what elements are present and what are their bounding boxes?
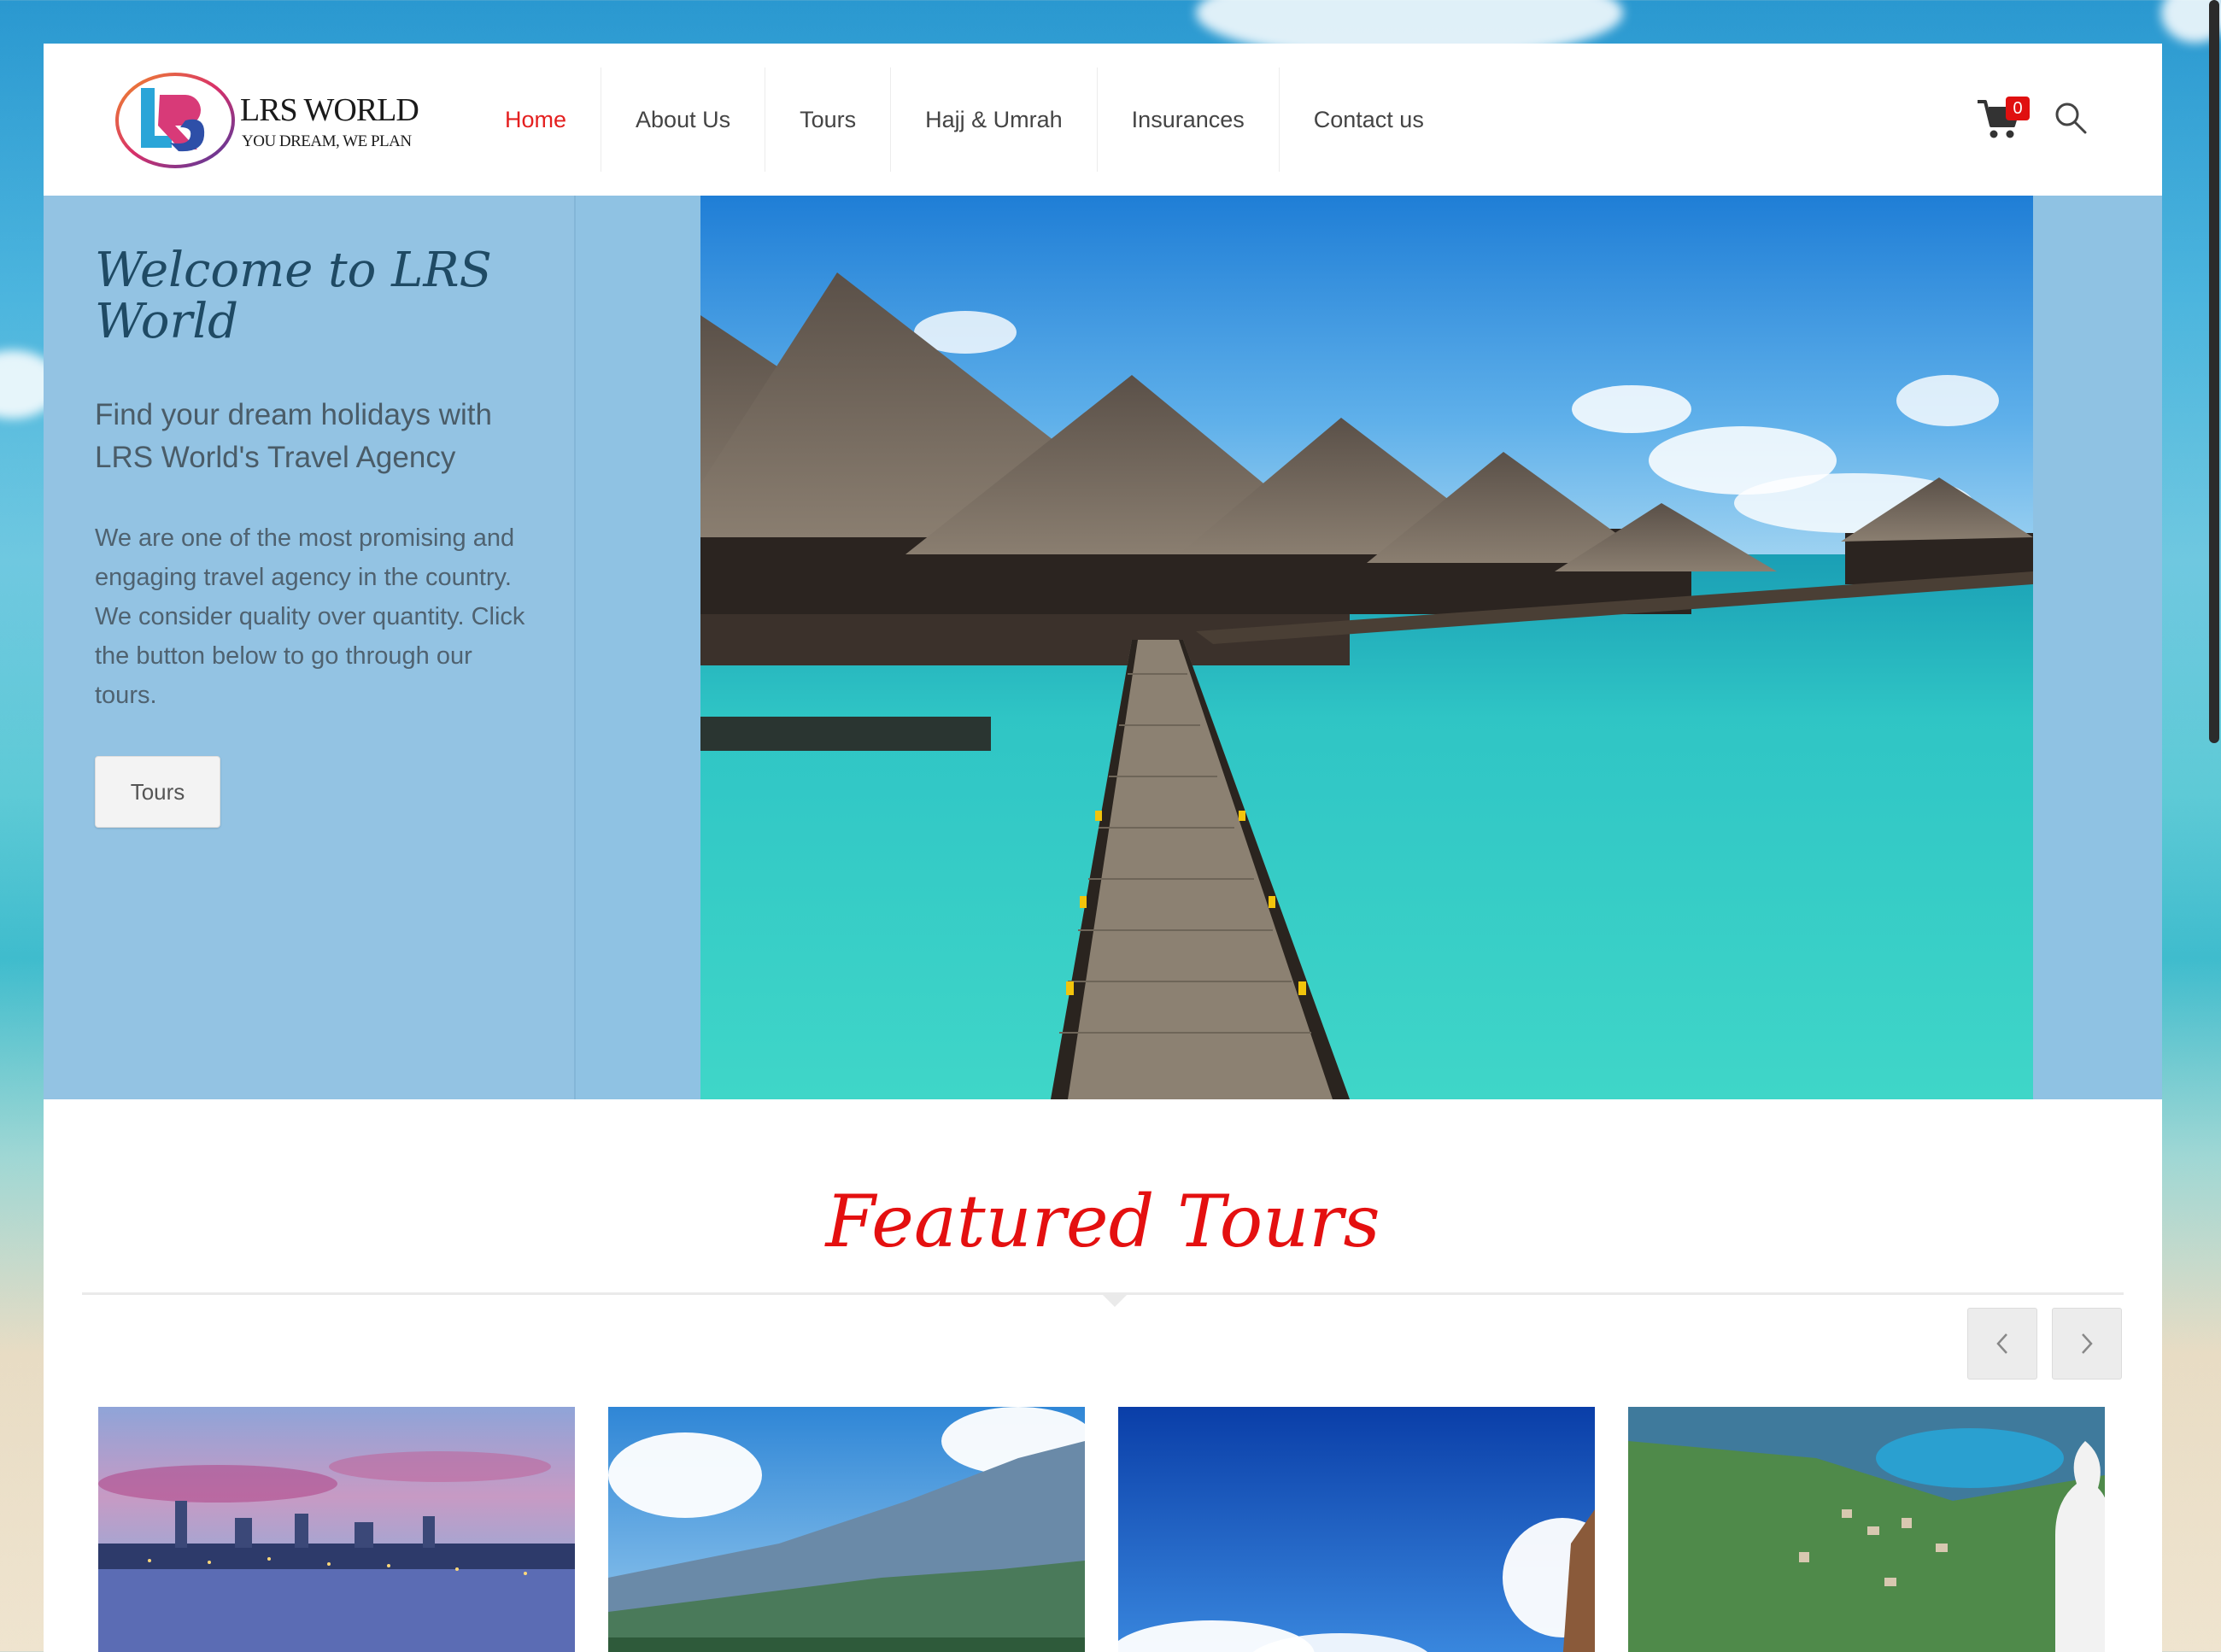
carousel-prev-button[interactable]: [1967, 1308, 2037, 1380]
site-header: LRS WORLD YOU DREAM, WE PLAN Home About …: [44, 44, 2162, 196]
main-navigation: Home About Us Tours Hajj & Umrah Insuran…: [471, 67, 1458, 172]
page-container: LRS WORLD YOU DREAM, WE PLAN Home About …: [44, 44, 2162, 1652]
magnifier-icon[interactable]: [2053, 100, 2089, 136]
logo-title: LRS WORLD: [240, 92, 419, 128]
hero-subtitle: Find your dream holidays with LRS World'…: [95, 398, 492, 474]
hero-section: Welcome to LRS World Find your dream hol…: [44, 196, 2162, 1099]
featured-tours-title: Featured Tours: [825, 1180, 1380, 1263]
tour-card-image-mountains[interactable]: [608, 1407, 1085, 1652]
tour-card-image-buddha-coast[interactable]: [1628, 1407, 2105, 1652]
carousel-next-button[interactable]: [2052, 1308, 2122, 1380]
tour-card-image-tropical-sky[interactable]: [1118, 1407, 1595, 1652]
logo-tagline: YOU DREAM, WE PLAN: [242, 132, 412, 150]
hero-title: Welcome to LRS World: [95, 243, 492, 349]
chevron-left-icon: [1996, 1333, 2007, 1354]
tour-card-image-city-bay[interactable]: [98, 1407, 575, 1652]
divider-notch: [1103, 1295, 1127, 1307]
scrollbar-thumb[interactable]: [2209, 0, 2219, 743]
page-scrollbar[interactable]: [2206, 0, 2221, 1652]
hero-image-overwater-bungalows: [700, 196, 2033, 1099]
nav-item-about-us[interactable]: About Us: [601, 67, 765, 172]
nav-item-insurances[interactable]: Insurances: [1096, 67, 1279, 172]
lrs-monogram-logo-icon: [115, 73, 235, 168]
nav-item-home[interactable]: Home: [471, 67, 601, 172]
hero-text-panel: Welcome to LRS World Find your dream hol…: [44, 196, 576, 1099]
chevron-right-icon: [2082, 1333, 2093, 1354]
hero-description: We are one of the most promising and eng…: [95, 524, 525, 709]
cart-count-badge: 0: [2006, 97, 2030, 120]
site-logo[interactable]: LRS WORLD YOU DREAM, WE PLAN: [112, 69, 419, 172]
hero-tours-button[interactable]: Tours: [95, 756, 220, 828]
nav-item-tours[interactable]: Tours: [765, 67, 890, 172]
nav-item-contact-us[interactable]: Contact us: [1278, 67, 1458, 172]
nav-item-hajj-umrah[interactable]: Hajj & Umrah: [890, 67, 1097, 172]
